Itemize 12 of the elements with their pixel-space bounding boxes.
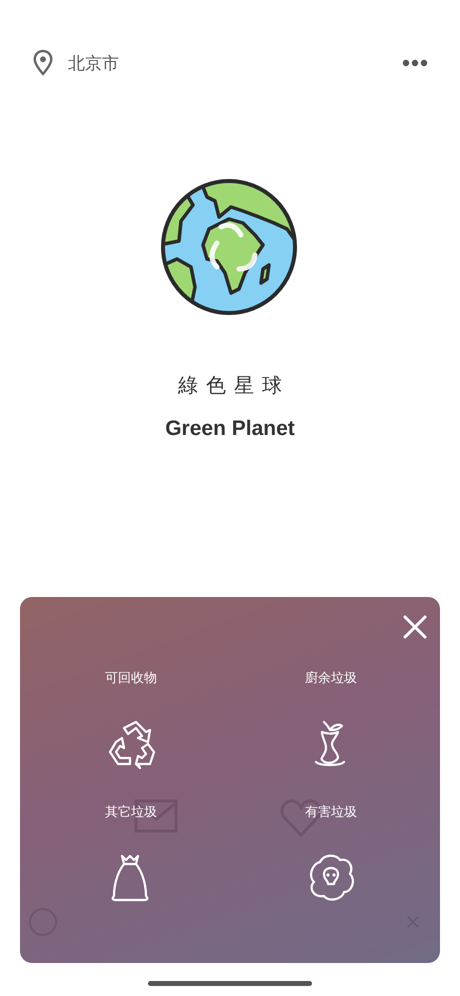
category-label[interactable]: 其它垃圾 — [105, 804, 157, 822]
category-label[interactable]: 可回收物 — [105, 670, 157, 688]
recycle-icon[interactable] — [106, 718, 156, 770]
app-title: 綠色星球 — [177, 372, 290, 399]
close-button[interactable] — [403, 615, 427, 639]
app-subtitle: Green Planet — [165, 417, 295, 441]
more-icon[interactable] — [402, 59, 428, 67]
category-label[interactable]: 有害垃圾 — [305, 804, 357, 822]
location-pin-icon[interactable] — [32, 49, 54, 77]
category-label[interactable]: 廚余垃圾 — [305, 670, 357, 688]
globe-icon — [159, 177, 299, 317]
location-label[interactable]: 北京市 — [68, 52, 119, 74]
